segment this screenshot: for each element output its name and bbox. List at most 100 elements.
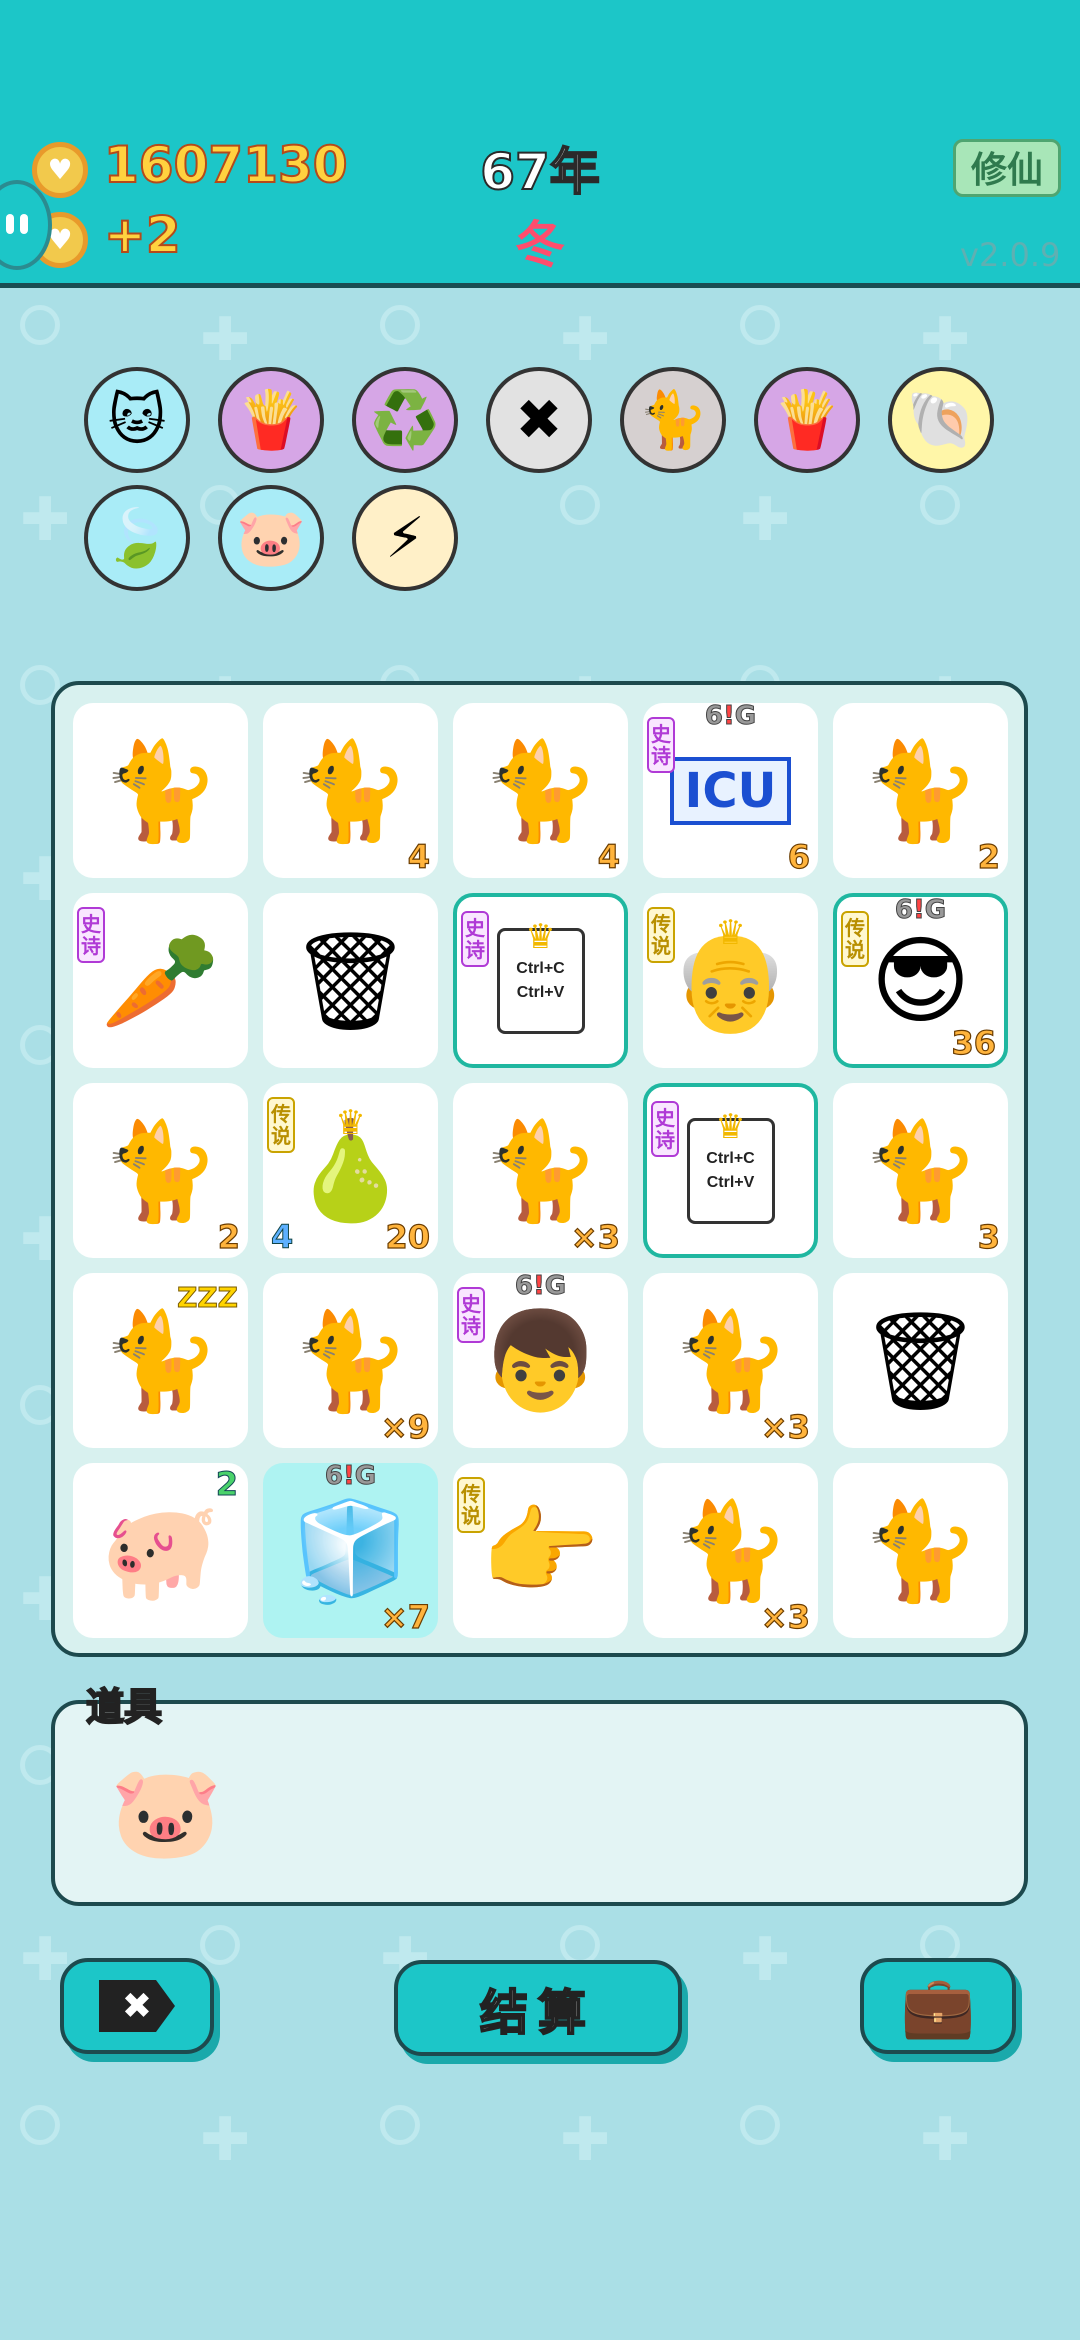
cat-icon: 🐈: [100, 734, 221, 847]
card-line: Ctrl+C: [516, 959, 565, 977]
board-cell-pig[interactable]: 🐖 2: [73, 1463, 248, 1638]
piggy-bank-icon: 🐷: [236, 506, 306, 571]
background-decoration: ✚: [920, 305, 971, 375]
tools-title: 道具: [85, 1684, 163, 1730]
background-decoration: [740, 2105, 780, 2145]
board-cell-pointing-hand[interactable]: 👉 传说: [453, 1463, 628, 1638]
item-count: 20: [385, 1217, 431, 1256]
6g-badge-part: 6: [324, 1461, 343, 1492]
board-cell-pear-king[interactable]: ♛ 🍐 传说 20 4: [263, 1083, 438, 1258]
rarity-badge: 传说: [841, 911, 869, 967]
board-cell-fridge[interactable]: 🧊 6!G ×7: [263, 1461, 438, 1638]
rarity-badge: 史诗: [77, 907, 105, 963]
piggy-bank-icon[interactable]: 🐷: [110, 1760, 222, 1865]
cat-icon: 🐈: [290, 1304, 411, 1417]
icu-sign: ICU: [670, 756, 791, 825]
board-cell-sunglasses-man[interactable]: 😎 传说 6!G 36: [833, 893, 1008, 1068]
skill-leaf-button[interactable]: 🍃: [84, 485, 190, 591]
version-label: v2.0.9: [960, 236, 1061, 274]
rarity-badge: 史诗: [461, 911, 489, 967]
background-decoration: ✚: [740, 1925, 791, 1995]
board-cell-cat[interactable]: 🐈: [833, 1463, 1008, 1638]
background-decoration: [200, 1925, 240, 1965]
board-cell-old-man-king[interactable]: ♛ 👴 传说: [643, 893, 818, 1068]
fries-icon: 🍟: [236, 388, 306, 453]
board-cell-carrot[interactable]: 🥕 史诗: [73, 893, 248, 1068]
background-decoration: ✚: [200, 305, 251, 375]
cats-pair-icon: 🐈: [638, 388, 708, 453]
lightning-icon: ⚡: [385, 505, 425, 571]
board-cell-copy-paste[interactable]: ♛ Ctrl+C Ctrl+V 史诗: [453, 893, 628, 1068]
6g-badge-part: 6: [514, 1271, 533, 1302]
board-cell-cat[interactable]: 🐈: [73, 703, 248, 878]
settle-button[interactable]: 结算: [394, 1960, 682, 2056]
trash-bag-icon: 🗑: [859, 1304, 982, 1417]
background-decoration: [560, 485, 600, 525]
rarity-badge: 传说: [267, 1097, 295, 1153]
board-cell-cat[interactable]: 🐈 2: [833, 703, 1008, 878]
board-cell-trash-bag[interactable]: 🗑: [833, 1273, 1008, 1448]
background-decoration: [560, 1925, 600, 1965]
6g-badge-part: !: [722, 701, 735, 732]
crown-icon: ♛: [715, 913, 746, 953]
crown-icon: ♛: [335, 1103, 366, 1143]
background-decoration: ✚: [740, 485, 791, 555]
skill-fries-button[interactable]: 🍟: [218, 367, 324, 473]
board-cell-icu[interactable]: ICU 史诗 6!G 6: [643, 701, 818, 878]
6g-badge-part: !: [532, 1271, 545, 1302]
cat-icon: 🐈: [670, 1494, 791, 1607]
6g-badge-part: 6: [894, 895, 913, 926]
red-cap-boy-icon: 👦: [480, 1304, 601, 1417]
bag-button[interactable]: 💼: [860, 1958, 1016, 2054]
skill-shell-button[interactable]: 🐚: [888, 367, 994, 473]
fridge-icon: 🧊: [290, 1494, 411, 1607]
crown-icon: ♛: [715, 1107, 746, 1147]
delete-button[interactable]: ✖: [60, 1958, 214, 2054]
board-cell-sleeping-cat[interactable]: 🐈 ZZZ: [73, 1273, 248, 1448]
item-count: 36: [951, 1023, 997, 1062]
board-cell-cat[interactable]: 🐈 4: [263, 703, 438, 878]
skill-piggy-bank-button[interactable]: 🐷: [218, 485, 324, 591]
item-count: ×9: [380, 1407, 430, 1446]
background-decoration: [20, 305, 60, 345]
skill-fries-button[interactable]: 🍟: [754, 367, 860, 473]
item-count: 2: [977, 837, 1000, 876]
game-board: 🐈 🐈 4 🐈 4 ICU 史诗 6!G 6 🐈 2 🥕 史诗 🗑 ♛ Ctrl+C Ctrl+V 史诗 ♛ 👴 传说 😎…: [51, 681, 1028, 1657]
cat-icon: 🐈: [290, 734, 411, 847]
6g-badge-part: !: [342, 1461, 355, 1492]
board-cell-copy-paste[interactable]: ♛ Ctrl+C Ctrl+V 史诗: [643, 1083, 818, 1258]
skill-cat-button[interactable]: 🐱: [84, 367, 190, 473]
board-cell-red-cap-boy[interactable]: 👦 史诗 6!G: [453, 1271, 628, 1448]
board-cell-cat[interactable]: 🐈 ×3: [643, 1273, 818, 1448]
skill-lightning-button[interactable]: ⚡: [352, 485, 458, 591]
rarity-badge: 传说: [647, 907, 675, 963]
delete-tag-icon: ✖: [99, 1980, 175, 2032]
crown-icon: ♛: [525, 917, 556, 957]
rarity-badge: 史诗: [647, 717, 675, 773]
top-bar: 1607130 +2 67年 冬 修仙 v2.0.9: [0, 0, 1080, 288]
mode-button[interactable]: 修仙: [953, 139, 1061, 197]
background-decoration: ✚: [560, 2105, 611, 2175]
background-decoration: ✚: [920, 2105, 971, 2175]
6g-badge-part: !: [912, 895, 925, 926]
board-cell-cat[interactable]: 🐈 4: [453, 703, 628, 878]
background-decoration: [20, 2105, 60, 2145]
card-line: Ctrl+C: [706, 1149, 755, 1167]
skill-recycle-button[interactable]: ♻️: [352, 367, 458, 473]
board-cell-cat[interactable]: 🐈 2: [73, 1083, 248, 1258]
board-cell-trash-bag[interactable]: 🗑: [263, 893, 438, 1068]
cat-icon: 🐈: [860, 734, 981, 847]
skill-delete-tag-button[interactable]: ✖: [486, 367, 592, 473]
background-decoration: [380, 305, 420, 345]
skill-cats-pair-button[interactable]: 🐈: [620, 367, 726, 473]
sleeping-cat-icon: 🐈: [100, 1304, 221, 1417]
cat-icon: 🐈: [480, 734, 601, 847]
item-count: 4: [597, 837, 620, 876]
leaf-icon: 🍃: [102, 506, 172, 571]
board-cell-cat[interactable]: 🐈 ×3: [643, 1463, 818, 1638]
briefcase-icon: 💼: [900, 1971, 976, 2042]
board-cell-cat[interactable]: 🐈 ×9: [263, 1273, 438, 1448]
board-cell-cat[interactable]: 🐈 ×3: [453, 1083, 628, 1258]
coin-gain: +2: [103, 205, 182, 265]
board-cell-cat[interactable]: 🐈 3: [833, 1083, 1008, 1258]
